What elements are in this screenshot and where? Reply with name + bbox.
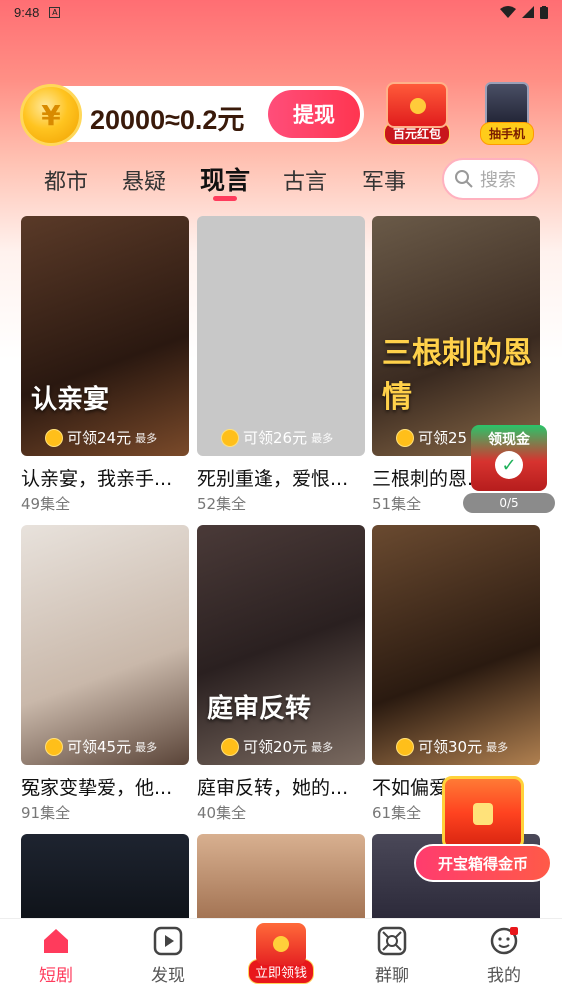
drama-title: 认亲宴，我亲手... (21, 468, 173, 490)
reward-amount: 可领30元 (418, 738, 483, 756)
tab-guyan[interactable]: 古言 (283, 164, 327, 196)
status-icons (500, 5, 548, 19)
battery-icon (540, 5, 548, 19)
search-input[interactable]: 搜索 (442, 158, 540, 200)
search-placeholder: 搜索 (480, 170, 516, 191)
drama-title: 庭审反转，她的... (197, 777, 349, 799)
poster-title-art: 庭审反转 (207, 694, 312, 724)
nav-claim-money[interactable]: 立即领钱 (247, 923, 315, 984)
poster-title-art: 认亲宴 (31, 385, 110, 415)
poster-image (21, 834, 189, 924)
tab-xianyan[interactable]: 现言 (200, 161, 250, 197)
reward-amount: 可领20元 (243, 738, 308, 756)
nav-discover[interactable]: 发现 (128, 925, 208, 986)
drama-title: 冤家变挚爱，他... (21, 777, 173, 799)
withdraw-button[interactable]: 提现 (268, 90, 360, 138)
reward-most: 最多 (311, 740, 334, 754)
phone-lottery-promo[interactable]: 抽手机 (480, 82, 535, 145)
cash-envelope-icon: 领现金 ✓ (471, 425, 547, 491)
promo-label: 抽手机 (480, 122, 535, 145)
drama-card[interactable] (197, 834, 365, 924)
poster-image: 认亲宴 可领24元 最多 (21, 216, 189, 456)
claim-cash-widget[interactable]: 领现金 ✓ 0/5 (463, 425, 555, 513)
reward-amount: 可领45元 (67, 738, 132, 756)
treasure-chest-icon (442, 776, 524, 850)
reward-most: 最多 (135, 740, 158, 754)
hundred-yuan-redpacket-promo[interactable]: 百元红包 (384, 82, 451, 145)
reward-most: 最多 (135, 431, 158, 445)
nav-shortdrama[interactable]: 短剧 (16, 925, 96, 986)
poster-image: 可领30元 最多 (372, 525, 540, 765)
coin-balance-bar[interactable]: ¥ 20000≈0.2元 提现 (20, 84, 364, 146)
profile-icon (488, 925, 520, 957)
wifi-icon (500, 6, 516, 18)
category-tabs: 都市 悬疑 现言 古言 军事 搜索 (0, 158, 562, 208)
tab-xuanyi[interactable]: 悬疑 (122, 164, 166, 196)
reward-most: 最多 (486, 740, 509, 754)
status-time: 9:48 (14, 4, 40, 20)
poster-image (197, 834, 365, 924)
play-icon (152, 925, 184, 957)
coin-icon (221, 737, 239, 756)
open-chest-button[interactable]: 开宝箱得金币 (414, 844, 552, 882)
tab-junshi[interactable]: 军事 (362, 164, 406, 196)
drama-card[interactable]: 认亲宴 可领24元 最多 认亲宴，我亲手... 49集全 (21, 216, 189, 514)
red-envelope-icon (386, 82, 448, 128)
reward-badge: 可领26元 最多 (221, 427, 333, 448)
poster-image: 庭审反转 可领20元 最多 (197, 525, 365, 765)
claim-cash-label: 领现金 (488, 432, 530, 448)
drama-card[interactable]: 庭审反转 可领20元 最多 庭审反转，她的... 40集全 (197, 525, 365, 823)
active-tab-indicator (213, 196, 237, 201)
nav-label: 短剧 (39, 966, 73, 986)
cash-progress: 0/5 (463, 493, 555, 513)
nav-group-chat[interactable]: 群聊 (352, 925, 432, 986)
search-icon (455, 170, 473, 188)
treasure-chest-widget[interactable]: 开宝箱得金币 (414, 776, 552, 882)
coin-icon (396, 737, 414, 756)
drama-card[interactable] (21, 834, 189, 924)
reward-badge: 可领25 (396, 427, 471, 448)
coin-icon (221, 428, 239, 447)
poster-title-art: 三根刺的恩情 (382, 336, 532, 415)
coin-balance-text: 20000≈0.2元 (90, 105, 245, 135)
drama-card[interactable]: 可领45元 最多 冤家变挚爱，他... 91集全 (21, 525, 189, 823)
drama-title: 死别重逢，爱恨... (197, 468, 349, 490)
nav-label: 群聊 (375, 966, 409, 986)
poster-image: 可领26元 最多 (197, 216, 365, 456)
coin-icon (396, 428, 414, 447)
episode-count: 52集全 (197, 495, 247, 513)
status-bar: 9:48 A (0, 0, 562, 24)
nav-label: 我的 (487, 966, 521, 986)
check-icon: ✓ (495, 451, 523, 479)
episode-count: 91集全 (21, 804, 71, 822)
gold-coin-icon: ¥ (20, 84, 82, 146)
coin-icon (45, 737, 63, 756)
group-icon (376, 925, 408, 957)
nav-label: 发现 (151, 966, 185, 986)
reward-badge: 可领30元 最多 (396, 736, 508, 757)
signal-icon (522, 6, 534, 18)
episode-count: 40集全 (197, 804, 247, 822)
reward-badge: 可领24元 最多 (45, 427, 157, 448)
reward-amount: 可领25 (418, 429, 468, 447)
home-icon (40, 925, 72, 957)
drama-card[interactable]: 可领26元 最多 死别重逢，爱恨... 52集全 (197, 216, 365, 514)
reward-amount: 可领26元 (243, 429, 308, 447)
red-envelope-icon (256, 923, 306, 965)
nav-profile[interactable]: 我的 (464, 925, 544, 986)
episode-count: 49集全 (21, 495, 71, 513)
poster-image: 三根刺的恩情 可领25 (372, 216, 540, 456)
tab-dushi[interactable]: 都市 (44, 164, 88, 196)
poster-image: 可领45元 最多 (21, 525, 189, 765)
notification-icon: A (49, 6, 61, 18)
reward-badge: 可领45元 最多 (45, 736, 157, 757)
reward-most: 最多 (311, 431, 334, 445)
reward-amount: 可领24元 (67, 429, 132, 447)
reward-badge: 可领20元 最多 (221, 736, 333, 757)
coin-icon (45, 428, 63, 447)
bottom-navigation: 短剧 发现 立即领钱 群聊 我的 (0, 918, 562, 999)
